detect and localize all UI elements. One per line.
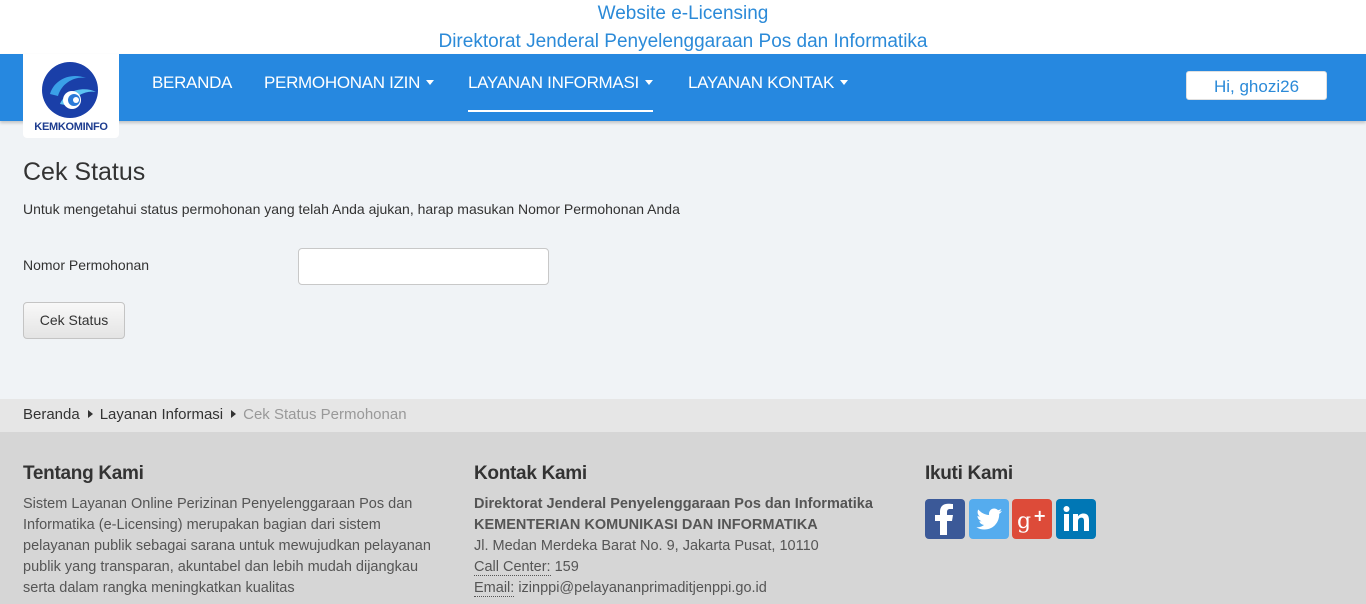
email-value[interactable]: izinppi@pelayananprimaditjenppi.go.id [518, 580, 767, 596]
nav-permohonan-izin[interactable]: PERMOHONAN IZIN [264, 54, 435, 112]
nav-layanan-kontak-label: LAYANAN KONTAK [688, 73, 835, 92]
call-center-value: 159 [554, 559, 579, 575]
about-text: Sistem Layanan Online Perizinan Penyelen… [23, 496, 431, 596]
logo-emblem-icon [42, 62, 98, 118]
chevron-right-icon [231, 410, 237, 419]
caret-down-icon [644, 80, 653, 86]
footer-about-heading: Tentang Kami [23, 463, 443, 485]
nav-layanan-informasi-label: LAYANAN INFORMASI [468, 73, 639, 92]
breadcrumb-layanan-informasi[interactable]: Layanan Informasi [100, 406, 223, 423]
follow-title: Ikuti Kami [925, 463, 1013, 484]
nav-layanan-kontak[interactable]: LAYANAN KONTAK [688, 54, 849, 112]
svg-text:+: + [1033, 506, 1046, 525]
caret-down-icon [840, 80, 849, 86]
contact-address: Jl. Medan Merdeka Barat No. 9, Jakarta P… [474, 538, 819, 554]
contact-details: Direktorat Jenderal Penyelenggaraan Pos … [474, 494, 904, 599]
user-menu-button[interactable]: Hi, ghozi26 [1186, 71, 1327, 100]
nav-layanan-informasi[interactable]: LAYANAN INFORMASI [468, 54, 653, 112]
site-title: Website e-Licensing [597, 3, 769, 24]
call-center-label: Call Center: [474, 559, 551, 576]
nav-permohonan-izin-label: PERMOHONAN IZIN [264, 73, 421, 92]
svg-text:g: g [1017, 509, 1031, 534]
contact-call-center: Call Center: 159 [474, 557, 904, 578]
breadcrumb-beranda[interactable]: Beranda [23, 406, 80, 423]
twitter-icon[interactable] [969, 499, 1009, 539]
caret-down-icon [426, 80, 435, 86]
contact-email: Email: izinppi@pelayananprimaditjenppi.g… [474, 578, 904, 599]
google-plus-icon[interactable]: g + [1012, 499, 1052, 539]
page-description: Untuk mengetahui status permohonan yang … [23, 201, 680, 217]
facebook-icon[interactable] [925, 499, 965, 539]
footer-contact-heading: Kontak Kami [474, 463, 894, 485]
cek-status-button[interactable]: Cek Status [23, 302, 125, 339]
footer-follow-heading: Ikuti Kami [925, 463, 1225, 485]
about-title: Tentang Kami [23, 463, 144, 484]
email-label: Email: [474, 580, 515, 597]
nav-beranda[interactable]: BERANDA [152, 54, 232, 112]
contact-title: Kontak Kami [474, 463, 587, 484]
logo-label: KEMKOMINFO [34, 121, 108, 133]
nomor-permohonan-label: Nomor Permohonan [23, 257, 150, 273]
site-header: Website e-Licensing Direktorat Jenderal … [0, 0, 1366, 54]
contact-org-1: Direktorat Jenderal Penyelenggaraan Pos … [474, 496, 873, 512]
breadcrumb: Beranda Layanan Informasi Cek Status Permo… [0, 399, 1366, 432]
nomor-permohonan-input[interactable] [298, 248, 549, 285]
breadcrumb-current: Cek Status Permohonan [243, 406, 407, 423]
kemkominfo-logo[interactable]: KEMKOMINFO [23, 54, 119, 138]
contact-org-2: KEMENTERIAN KOMUNIKASI DAN INFORMATIKA [474, 517, 818, 533]
page-title: Cek Status [23, 158, 146, 186]
nav-beranda-label: BERANDA [152, 73, 233, 92]
linkedin-icon[interactable] [1056, 499, 1096, 539]
chevron-right-icon [87, 410, 93, 419]
site-subtitle: Direktorat Jenderal Penyelenggaraan Pos … [438, 31, 928, 52]
